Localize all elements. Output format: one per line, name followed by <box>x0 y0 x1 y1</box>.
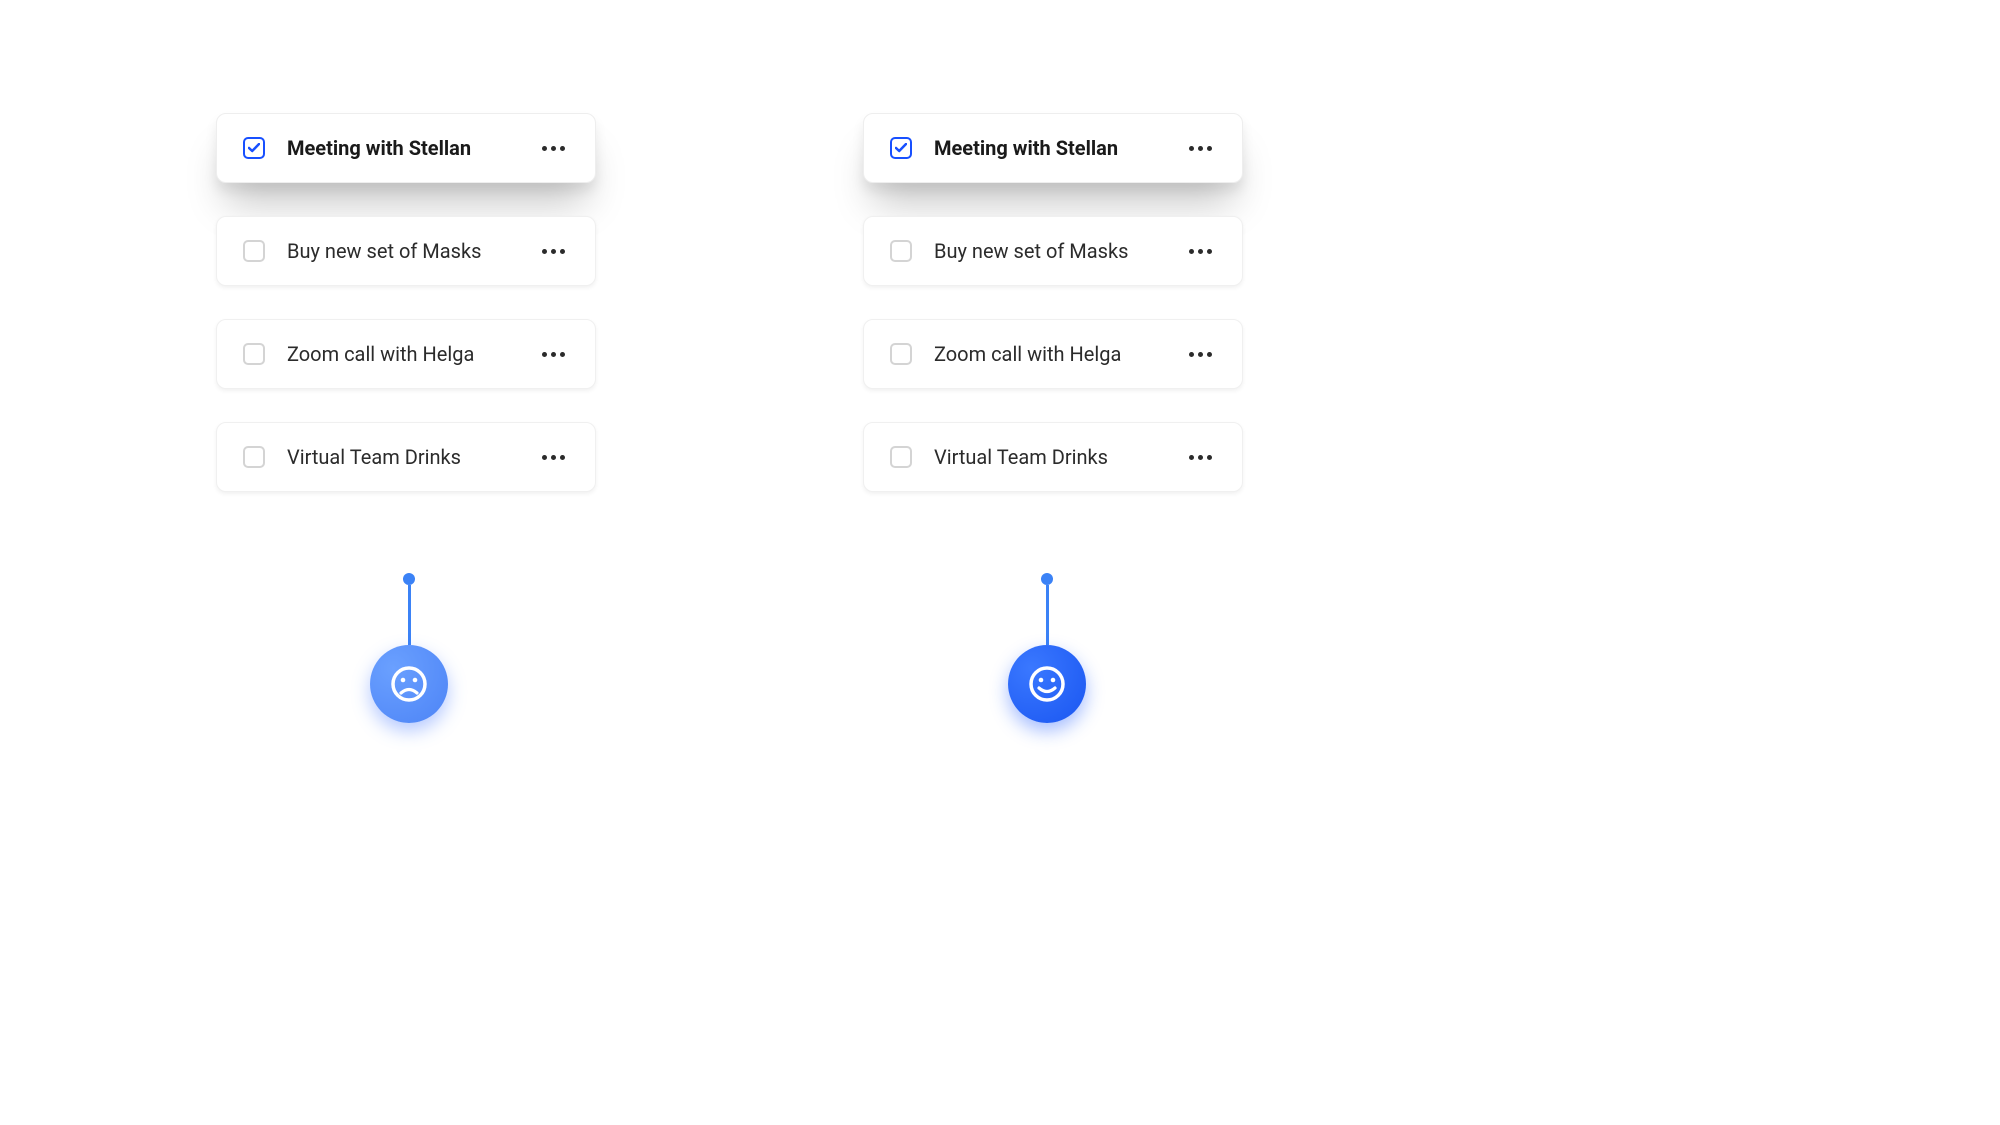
task-card[interactable]: Virtual Team Drinks <box>216 422 596 492</box>
task-title: Meeting with Stellan <box>934 136 1163 160</box>
more-icon[interactable] <box>538 245 569 258</box>
task-card[interactable]: Meeting with Stellan <box>863 113 1243 183</box>
task-title: Zoom call with Helga <box>287 342 516 366</box>
sad-face-icon <box>370 645 448 723</box>
mood-indicator-happy <box>1008 573 1086 723</box>
more-icon[interactable] <box>1185 451 1216 464</box>
indicator-dot-icon <box>1041 573 1053 585</box>
task-card[interactable]: Zoom call with Helga <box>863 319 1243 389</box>
task-title: Virtual Team Drinks <box>934 445 1163 469</box>
task-card[interactable]: Buy new set of Masks <box>863 216 1243 286</box>
indicator-line <box>1046 585 1049 645</box>
task-card[interactable]: Buy new set of Masks <box>216 216 596 286</box>
more-icon[interactable] <box>1185 348 1216 361</box>
checkbox-unchecked-icon[interactable] <box>243 343 265 365</box>
checkbox-unchecked-icon[interactable] <box>243 446 265 468</box>
checkbox-unchecked-icon[interactable] <box>890 240 912 262</box>
more-icon[interactable] <box>538 451 569 464</box>
checkbox-checked-icon[interactable] <box>890 137 912 159</box>
more-icon[interactable] <box>1185 245 1216 258</box>
task-title: Virtual Team Drinks <box>287 445 516 469</box>
task-title: Zoom call with Helga <box>934 342 1163 366</box>
indicator-line <box>408 585 411 645</box>
task-card[interactable]: Zoom call with Helga <box>216 319 596 389</box>
happy-face-icon <box>1008 645 1086 723</box>
mood-indicator-sad <box>370 573 448 723</box>
task-list-left: Meeting with Stellan Buy new set of Mask… <box>216 113 596 525</box>
more-icon[interactable] <box>1185 142 1216 155</box>
indicator-dot-icon <box>403 573 415 585</box>
task-title: Meeting with Stellan <box>287 136 516 160</box>
task-title: Buy new set of Masks <box>287 239 516 263</box>
task-title: Buy new set of Masks <box>934 239 1163 263</box>
task-card[interactable]: Meeting with Stellan <box>216 113 596 183</box>
more-icon[interactable] <box>538 142 569 155</box>
checkbox-unchecked-icon[interactable] <box>243 240 265 262</box>
checkbox-checked-icon[interactable] <box>243 137 265 159</box>
checkbox-unchecked-icon[interactable] <box>890 446 912 468</box>
task-card[interactable]: Virtual Team Drinks <box>863 422 1243 492</box>
checkbox-unchecked-icon[interactable] <box>890 343 912 365</box>
task-list-right: Meeting with Stellan Buy new set of Mask… <box>863 113 1243 525</box>
more-icon[interactable] <box>538 348 569 361</box>
